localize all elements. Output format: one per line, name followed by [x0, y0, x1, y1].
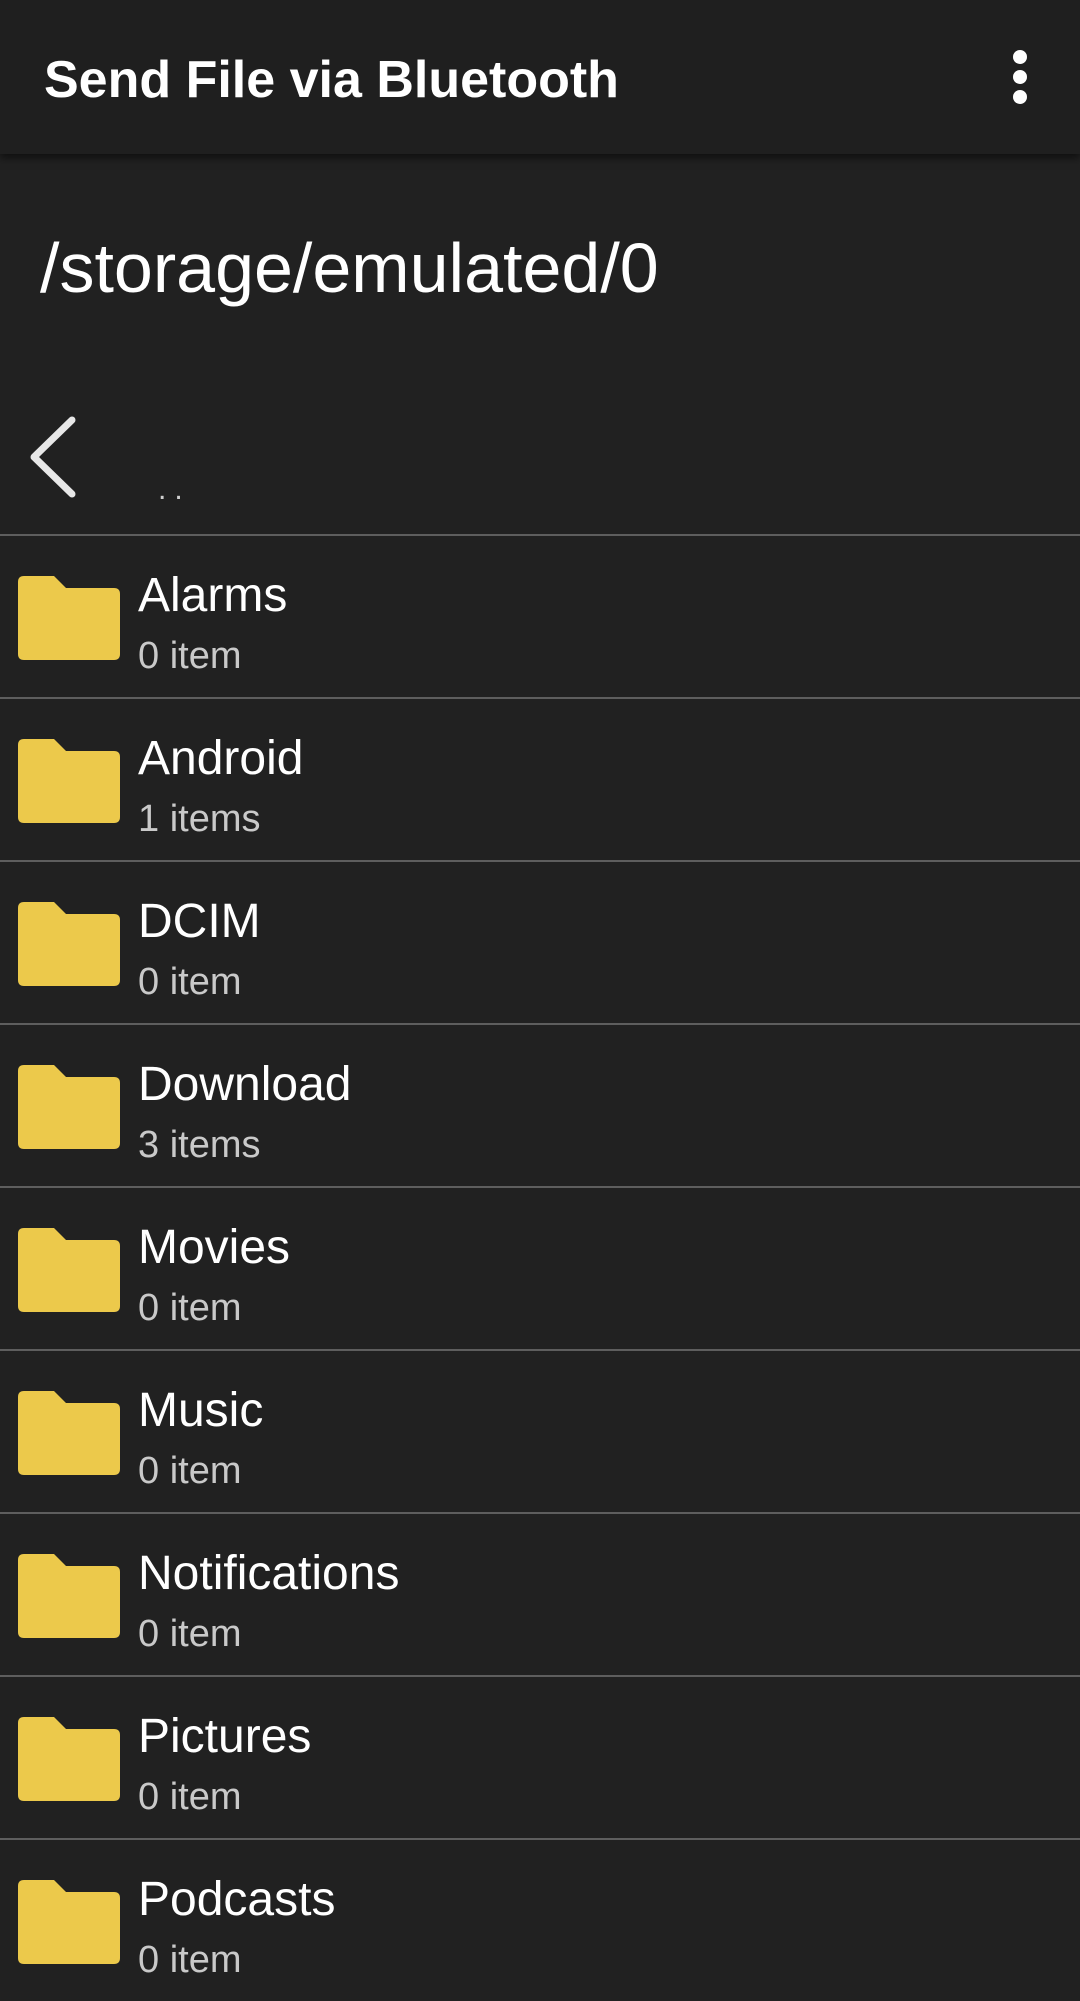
folder-item-alarms[interactable]: Alarms 0 item	[0, 536, 1080, 699]
current-path: /storage/emulated/0	[40, 229, 659, 307]
folder-icon	[18, 1880, 120, 1964]
folder-name: Android	[138, 732, 304, 785]
folder-item-pictures[interactable]: Pictures 0 item	[0, 1677, 1080, 1840]
folder-icon	[18, 739, 120, 823]
parent-directory-row[interactable]: ..	[0, 400, 1080, 536]
folder-icon	[18, 902, 120, 986]
folder-item-count: 0 item	[138, 1939, 242, 1981]
folder-item-count: 0 item	[138, 961, 242, 1003]
more-vert-icon-dot	[1013, 90, 1027, 104]
folder-name: Download	[138, 1058, 352, 1111]
folder-item-count: 1 items	[138, 798, 261, 840]
folder-name: Podcasts	[138, 1873, 336, 1926]
folder-item-dcim[interactable]: DCIM 0 item	[0, 862, 1080, 1025]
folder-item-podcasts[interactable]: Podcasts 0 item	[0, 1840, 1080, 2001]
folder-item-count: 0 item	[138, 635, 242, 677]
folder-icon	[18, 1554, 120, 1638]
more-vert-icon-dot	[1013, 70, 1027, 84]
parent-directory-label: ..	[158, 473, 191, 506]
app-title: Send File via Bluetooth	[44, 51, 619, 109]
folder-item-count: 0 item	[138, 1776, 242, 1818]
folder-icon	[18, 576, 120, 660]
folder-list: Alarms 0 item Android 1 items DCIM 0 ite…	[0, 536, 1080, 2001]
folder-item-notifications[interactable]: Notifications 0 item	[0, 1514, 1080, 1677]
app-bar: Send File via Bluetooth	[0, 0, 1080, 154]
folder-icon	[18, 1228, 120, 1312]
folder-item-movies[interactable]: Movies 0 item	[0, 1188, 1080, 1351]
folder-icon	[18, 1065, 120, 1149]
folder-name: Pictures	[138, 1710, 312, 1763]
more-vert-icon	[1013, 50, 1027, 64]
folder-icon	[18, 1391, 120, 1475]
folder-icon	[18, 1717, 120, 1801]
folder-name: Music	[138, 1384, 264, 1437]
folder-item-count: 0 item	[138, 1287, 242, 1329]
folder-item-download[interactable]: Download 3 items	[0, 1025, 1080, 1188]
folder-name: Alarms	[138, 569, 288, 622]
folder-item-android[interactable]: Android 1 items	[0, 699, 1080, 862]
folder-item-count: 0 item	[138, 1613, 242, 1655]
more-options-button[interactable]	[996, 44, 1044, 110]
chevron-left-icon	[30, 416, 76, 498]
folder-item-count: 3 items	[138, 1124, 261, 1166]
folder-name: DCIM	[138, 895, 261, 948]
folder-name: Notifications	[138, 1547, 400, 1600]
folder-name: Movies	[138, 1221, 291, 1274]
folder-item-music[interactable]: Music 0 item	[0, 1351, 1080, 1514]
folder-item-count: 0 item	[138, 1450, 242, 1492]
